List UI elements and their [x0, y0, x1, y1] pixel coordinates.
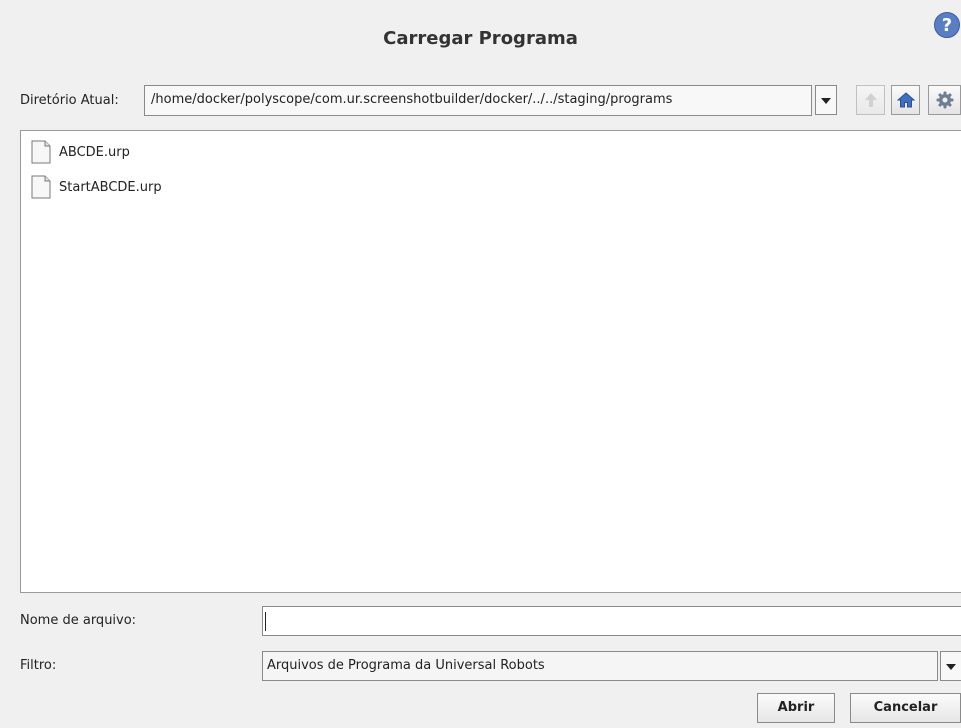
settings-button[interactable]	[928, 85, 961, 115]
filename-label: Nome de arquivo:	[20, 613, 137, 628]
file-icon	[31, 175, 51, 199]
filter-select[interactable]: Arquivos de Programa da Universal Robots	[262, 651, 938, 681]
current-directory-label: Diretório Atual:	[20, 93, 119, 108]
current-directory-field[interactable]: /home/docker/polyscope/com.ur.screenshot…	[144, 85, 812, 116]
file-name: ABCDE.urp	[59, 144, 130, 160]
filter-dropdown-button[interactable]	[940, 651, 961, 681]
cancel-button[interactable]: Cancelar	[850, 693, 961, 723]
home-icon	[896, 92, 915, 108]
file-list[interactable]: ABCDE.urp StartABCDE.urp	[20, 130, 961, 593]
file-name: StartABCDE.urp	[59, 179, 162, 195]
up-directory-button[interactable]	[856, 85, 885, 115]
list-item[interactable]: StartABCDE.urp	[31, 174, 162, 200]
gear-icon	[936, 91, 953, 109]
help-icon[interactable]: ?	[934, 12, 960, 38]
filter-label: Filtro:	[20, 658, 57, 673]
home-button[interactable]	[891, 85, 920, 115]
arrow-up-icon	[864, 93, 877, 107]
filename-input[interactable]	[262, 606, 961, 636]
text-caret	[265, 612, 266, 631]
directory-dropdown-button[interactable]	[815, 85, 837, 115]
file-icon	[31, 140, 51, 164]
dialog-title: Carregar Programa	[383, 28, 578, 49]
open-button[interactable]: Abrir	[757, 693, 835, 723]
list-item[interactable]: ABCDE.urp	[31, 139, 130, 165]
